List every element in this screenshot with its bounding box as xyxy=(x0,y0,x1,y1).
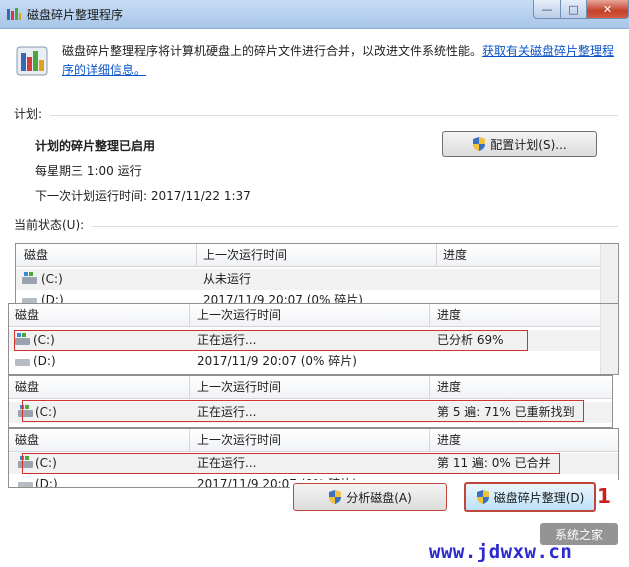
configure-schedule-button[interactable]: 配置计划(S)... xyxy=(442,131,597,157)
disk-name: (D:) xyxy=(33,354,56,368)
configure-schedule-label: 配置计划(S)... xyxy=(490,137,567,152)
analyze-disk-button[interactable]: 分析磁盘(A) xyxy=(293,483,447,511)
minimize-button[interactable]: — xyxy=(533,0,561,19)
last-run-value: 从未运行 xyxy=(203,272,252,286)
highlight-box xyxy=(22,400,584,422)
highlight-box xyxy=(22,453,560,474)
disk-name: (C:) xyxy=(41,272,63,286)
title-bar: 磁盘碎片整理程序 — □ ✕ xyxy=(0,0,629,29)
column-disk[interactable]: 磁盘 xyxy=(24,244,48,266)
intro-text: 磁盘碎片整理程序将计算机硬盘上的碎片文件进行合并，以改进文件系统性能。获取有关磁… xyxy=(62,42,618,80)
disk-name: (D:) xyxy=(35,477,58,488)
highlight-box xyxy=(14,330,528,351)
defrag-app-icon xyxy=(7,8,21,20)
disk-list-header: 磁盘 上一次运行时间 进度 xyxy=(9,376,612,399)
disk-list-header: 磁盘 上一次运行时间 进度 xyxy=(9,304,618,327)
column-divider xyxy=(429,376,430,398)
close-button[interactable]: ✕ xyxy=(586,0,629,19)
uac-shield-icon xyxy=(476,490,489,504)
column-divider xyxy=(429,304,430,326)
column-divider xyxy=(189,429,190,451)
step-number-annotation: 1 xyxy=(597,484,611,508)
column-progress[interactable]: 进度 xyxy=(437,304,461,326)
column-disk[interactable]: 磁盘 xyxy=(15,304,39,326)
column-divider xyxy=(196,244,197,266)
drive-icon xyxy=(18,482,33,487)
schedule-label: 计划: xyxy=(14,107,43,121)
column-divider xyxy=(189,304,190,326)
disk-row[interactable]: (D:) 2017/11/9 20:07 (0% 碎片) xyxy=(9,351,618,372)
intro-description: 磁盘碎片整理程序将计算机硬盘上的碎片文件进行合并，以改进文件系统性能。 xyxy=(62,44,483,58)
next-run-time: 下一次计划运行时间: 2017/11/22 1:37 xyxy=(35,189,251,203)
uac-shield-icon xyxy=(329,490,342,504)
current-status-label: 当前状态(U): xyxy=(14,218,85,232)
schedule-frequency: 每星期三 1:00 运行 xyxy=(35,164,142,178)
column-progress[interactable]: 进度 xyxy=(437,376,461,398)
defragment-disk-label: 磁盘碎片整理(D) xyxy=(493,490,585,505)
column-last-run[interactable]: 上一次运行时间 xyxy=(203,244,287,266)
drive-icon xyxy=(15,359,30,366)
schedule-status-title: 计划的碎片整理已启用 xyxy=(35,139,156,153)
vertical-scrollbar[interactable] xyxy=(600,244,618,312)
column-divider xyxy=(429,429,430,451)
window-title: 磁盘碎片整理程序 xyxy=(27,8,124,22)
uac-shield-icon xyxy=(473,137,486,151)
column-divider xyxy=(189,376,190,398)
maximize-button[interactable]: □ xyxy=(560,0,587,19)
column-last-run[interactable]: 上一次运行时间 xyxy=(197,376,281,398)
column-last-run[interactable]: 上一次运行时间 xyxy=(197,429,281,451)
status-divider xyxy=(92,226,618,227)
defrag-program-icon xyxy=(16,46,48,76)
column-last-run[interactable]: 上一次运行时间 xyxy=(197,304,281,326)
defragment-disk-button[interactable]: 磁盘碎片整理(D) xyxy=(464,482,596,512)
system-drive-icon xyxy=(22,272,37,284)
vertical-scrollbar[interactable] xyxy=(600,304,618,374)
disk-row[interactable]: (C:) 从未运行 xyxy=(16,269,618,290)
column-progress[interactable]: 进度 xyxy=(443,244,467,266)
column-disk[interactable]: 磁盘 xyxy=(15,429,39,451)
schedule-divider xyxy=(50,115,618,116)
column-progress[interactable]: 进度 xyxy=(437,429,461,451)
disk-list-header: 磁盘 上一次运行时间 进度 xyxy=(16,244,618,267)
watermark-url: www.jdwxw.cn xyxy=(429,541,573,563)
watermark-badge-text: 系统之家 xyxy=(554,527,603,542)
last-run-value: 2017/11/9 20:07 (0% 碎片) xyxy=(197,354,357,368)
analyze-disk-label: 分析磁盘(A) xyxy=(346,490,412,505)
column-disk[interactable]: 磁盘 xyxy=(15,376,39,398)
disk-list-header: 磁盘 上一次运行时间 进度 xyxy=(9,429,618,452)
column-divider xyxy=(436,244,437,266)
